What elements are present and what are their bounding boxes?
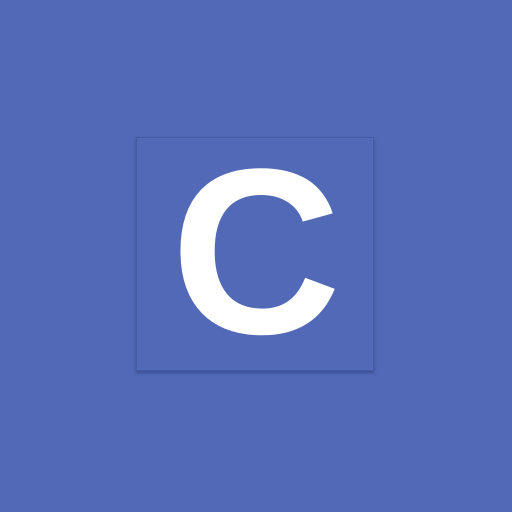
icon-screen: C — [0, 0, 512, 512]
letter-c-icon: C — [170, 120, 342, 384]
app-icon-tile[interactable]: C — [136, 120, 374, 384]
